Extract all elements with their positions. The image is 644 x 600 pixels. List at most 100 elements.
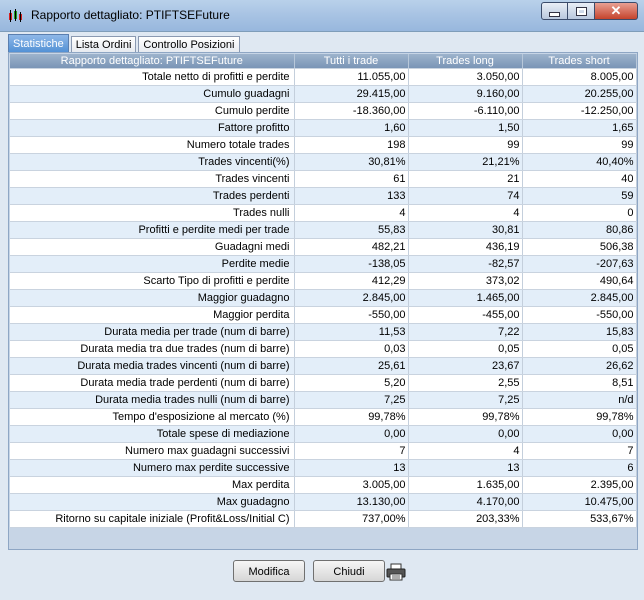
table-row[interactable]: Durata media tra due trades (num di barr…: [10, 340, 637, 358]
cell-metric: Numero max perdite successive: [10, 459, 295, 477]
cell-long: 0,05: [408, 340, 523, 358]
cell-metric: Durata media trades nulli (num di barre): [10, 391, 295, 409]
title-bar: Rapporto dettagliato: PTIFTSEFuture ✕: [0, 0, 644, 32]
modifica-button[interactable]: Modifica: [233, 560, 305, 582]
cell-short: -207,63: [522, 255, 637, 273]
cell-short: 0: [522, 204, 637, 222]
minimize-button[interactable]: [541, 2, 568, 20]
cell-long: 21,21%: [408, 153, 523, 171]
table-row[interactable]: Numero max guadagni successivi 7 4 7: [10, 442, 637, 460]
cell-long: 13: [408, 459, 523, 477]
button-bar: Modifica Chiudi: [0, 556, 644, 590]
cell-all: 13.130,00: [294, 493, 409, 511]
cell-long: 99,78%: [408, 408, 523, 426]
table-row[interactable]: Trades vincenti(%) 30,81% 21,21% 40,40%: [10, 153, 637, 171]
table-row[interactable]: Perdite medie -138,05 -82,57 -207,63: [10, 255, 637, 273]
cell-all: 2.845,00: [294, 289, 409, 307]
cell-metric: Tempo d'esposizione al mercato (%): [10, 408, 295, 426]
cell-all: 198: [294, 136, 409, 154]
cell-long: -82,57: [408, 255, 523, 273]
maximize-icon: [575, 6, 587, 16]
cell-metric: Totale spese di mediazione: [10, 425, 295, 443]
column-header-short[interactable]: Trades short: [522, 54, 637, 69]
table-row[interactable]: Trades vincenti 61 21 40: [10, 170, 637, 188]
cell-long: 3.050,00: [408, 68, 523, 86]
table-row[interactable]: Profitti e perdite medi per trade 55,83 30…: [10, 221, 637, 239]
cell-all: 11,53: [294, 323, 409, 341]
cell-long: 21: [408, 170, 523, 188]
cell-long: 373,02: [408, 272, 523, 290]
table-row[interactable]: Durata media per trade (num di barre) 11,…: [10, 323, 637, 341]
close-window-button[interactable]: ✕: [595, 2, 638, 20]
cell-short: 99: [522, 136, 637, 154]
column-header-long[interactable]: Trades long: [408, 54, 523, 69]
table-row[interactable]: Trades perdenti 133 74 59: [10, 187, 637, 205]
printer-icon[interactable]: [386, 563, 406, 581]
cell-short: 20.255,00: [522, 85, 637, 103]
cell-short: -12.250,00: [522, 102, 637, 120]
cell-metric: Trades perdenti: [10, 187, 295, 205]
window-controls: ✕: [541, 2, 638, 20]
cell-all: 412,29: [294, 272, 409, 290]
table-row[interactable]: Ritorno su capitale iniziale (Profit&Los…: [10, 510, 637, 528]
cell-long: 2,55: [408, 374, 523, 392]
cell-long: 0,00: [408, 425, 523, 443]
cell-all: 0,03: [294, 340, 409, 358]
cell-long: -6.110,00: [408, 102, 523, 120]
tab-statistiche[interactable]: Statistiche: [8, 34, 69, 53]
chart-candles-icon: [9, 9, 22, 22]
table-row[interactable]: Numero max perdite successive 13 13 6: [10, 459, 637, 477]
cell-long: 4.170,00: [408, 493, 523, 511]
cell-all: 55,83: [294, 221, 409, 239]
table-row[interactable]: Scarto Tipo di profitti e perdite 412,29 3…: [10, 272, 637, 290]
cell-short: 8,51: [522, 374, 637, 392]
cell-all: 29.415,00: [294, 85, 409, 103]
table-row[interactable]: Durata media trades nulli (num di barre)…: [10, 391, 637, 409]
tab-lista-ordini[interactable]: Lista Ordini: [70, 36, 137, 53]
cell-short: 40: [522, 170, 637, 188]
cell-metric: Scarto Tipo di profitti e perdite: [10, 272, 295, 290]
cell-all: 4: [294, 204, 409, 222]
cell-metric: Trades vincenti(%): [10, 153, 295, 171]
cell-short: 1,65: [522, 119, 637, 137]
cell-short: 59: [522, 187, 637, 205]
table-row[interactable]: Maggior perdita -550,00 -455,00 -550,00: [10, 306, 637, 324]
table-row[interactable]: Numero totale trades 198 99 99: [10, 136, 637, 154]
tab-controllo-posizioni[interactable]: Controllo Posizioni: [138, 36, 240, 53]
cell-long: 9.160,00: [408, 85, 523, 103]
table-row[interactable]: Cumulo perdite -18.360,00 -6.110,00 -12.250…: [10, 102, 637, 120]
cell-all: 482,21: [294, 238, 409, 256]
cell-metric: Trades nulli: [10, 204, 295, 222]
table-row[interactable]: Tempo d'esposizione al mercato (%) 99,78%…: [10, 408, 637, 426]
cell-metric: Ritorno su capitale iniziale (Profit&Los…: [10, 510, 295, 528]
table-row[interactable]: Trades nulli 4 4 0: [10, 204, 637, 222]
cell-long: 7,25: [408, 391, 523, 409]
table-row[interactable]: Totale spese di mediazione 0,00 0,00 0,00: [10, 425, 637, 443]
column-header-metric[interactable]: Rapporto dettagliato: PTIFTSEFuture: [10, 54, 295, 69]
column-header-all[interactable]: Tutti i trade: [294, 54, 409, 69]
table-row[interactable]: Cumulo guadagni 29.415,00 9.160,00 20.255,0…: [10, 85, 637, 103]
table-row[interactable]: Totale netto di profitti e perdite 11.055…: [10, 68, 637, 86]
table-row[interactable]: Durata media trades vincenti (num di bar…: [10, 357, 637, 375]
table-row[interactable]: Max guadagno 13.130,00 4.170,00 10.475,00: [10, 493, 637, 511]
maximize-button[interactable]: [568, 2, 595, 20]
cell-metric: Profitti e perdite medi per trade: [10, 221, 295, 239]
chiudi-button[interactable]: Chiudi: [313, 560, 385, 582]
cell-long: 23,67: [408, 357, 523, 375]
tab-strip: Statistiche Lista Ordini Controllo Posiz…: [8, 34, 242, 53]
cell-metric: Durata media trade perdenti (num di barr…: [10, 374, 295, 392]
cell-metric: Cumulo guadagni: [10, 85, 295, 103]
cell-long: 436,19: [408, 238, 523, 256]
cell-metric: Maggior guadagno: [10, 289, 295, 307]
cell-short: 26,62: [522, 357, 637, 375]
cell-all: 25,61: [294, 357, 409, 375]
cell-long: 203,33%: [408, 510, 523, 528]
table-row[interactable]: Fattore profitto 1,60 1,50 1,65: [10, 119, 637, 137]
table-row[interactable]: Durata media trade perdenti (num di barr…: [10, 374, 637, 392]
cell-metric: Guadagni medi: [10, 238, 295, 256]
cell-long: 7,22: [408, 323, 523, 341]
table-row[interactable]: Guadagni medi 482,21 436,19 506,38: [10, 238, 637, 256]
table-row[interactable]: Maggior guadagno 2.845,00 1.465,00 2.845,00: [10, 289, 637, 307]
table-row[interactable]: Max perdita 3.005,00 1.635,00 2.395,00: [10, 476, 637, 494]
cell-long: 1,50: [408, 119, 523, 137]
